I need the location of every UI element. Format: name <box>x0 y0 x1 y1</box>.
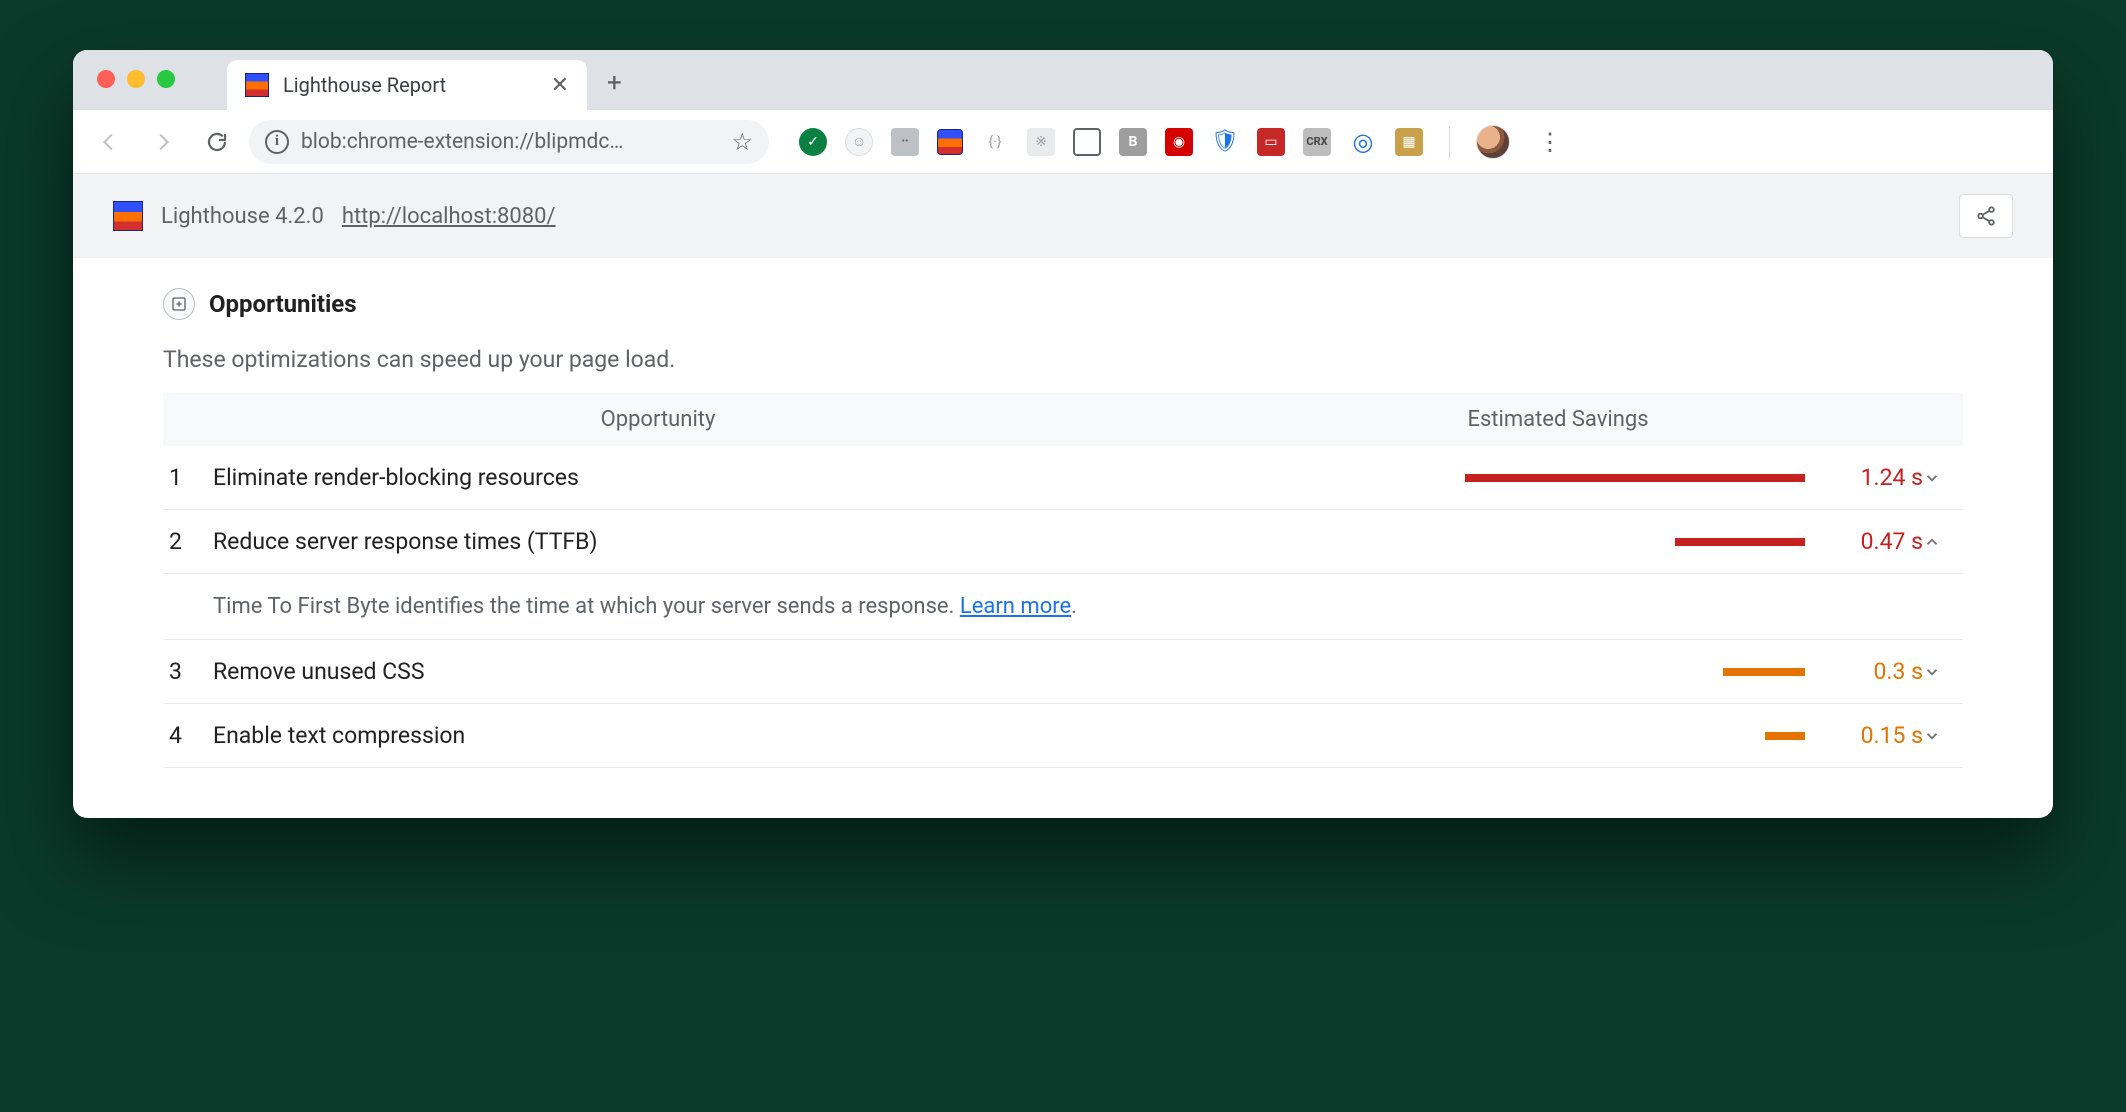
extension-icon[interactable]: ▦ <box>1395 128 1423 156</box>
opportunity-row[interactable]: 1Eliminate render-blocking resources 1.24… <box>163 446 1963 510</box>
row-index: 4 <box>163 722 213 749</box>
extension-icon[interactable]: CRX <box>1303 128 1331 156</box>
close-tab-button[interactable]: ✕ <box>551 73 569 98</box>
tested-url-link[interactable]: http://localhost:8080/ <box>342 204 556 229</box>
extension-icon[interactable]: ▭ <box>1257 128 1285 156</box>
share-button[interactable] <box>1959 194 2013 238</box>
browser-toolbar: i blob:chrome-extension://blipmdc… ☆ ✓ ☺… <box>73 110 2053 174</box>
savings-bar <box>1465 474 1805 482</box>
opportunity-title: Enable text compression <box>213 722 1453 749</box>
back-button[interactable] <box>87 120 131 164</box>
maximize-window-button[interactable] <box>157 70 175 88</box>
row-index: 1 <box>163 464 213 491</box>
report-content: Opportunities These optimizations can sp… <box>73 258 2053 818</box>
savings-bar-container <box>1453 668 1813 676</box>
opportunity-detail: Time To First Byte identifies the time a… <box>163 574 1963 640</box>
report-header: Lighthouse 4.2.0 http://localhost:8080/ <box>73 174 2053 258</box>
chevron-down-icon[interactable] <box>1923 663 1963 681</box>
opportunities-table-header: Opportunity Estimated Savings <box>163 393 1963 446</box>
browser-menu-button[interactable]: ⋮ <box>1528 128 1572 156</box>
savings-bar <box>1675 538 1805 546</box>
opportunity-title: Remove unused CSS <box>213 658 1453 685</box>
savings-value: 0.47 s <box>1813 528 1923 555</box>
window-controls <box>97 70 175 88</box>
url-text: blob:chrome-extension://blipmdc… <box>301 130 623 154</box>
chevron-down-icon[interactable] <box>1923 727 1963 745</box>
section-title: Opportunities <box>209 290 357 318</box>
app-version-label: Lighthouse 4.2.0 <box>161 204 324 229</box>
forward-button[interactable] <box>141 120 185 164</box>
savings-value: 1.24 s <box>1813 464 1923 491</box>
detail-text: Time To First Byte identifies the time a… <box>213 594 960 619</box>
opportunities-list: 1Eliminate render-blocking resources 1.24… <box>163 446 1963 768</box>
extension-icon[interactable]: 🛡 <box>1211 128 1239 156</box>
address-bar[interactable]: i blob:chrome-extension://blipmdc… ☆ <box>249 120 769 164</box>
opportunity-title: Eliminate render-blocking resources <box>213 464 1453 491</box>
minimize-window-button[interactable] <box>127 70 145 88</box>
extension-icon[interactable]: ✓ <box>799 128 827 156</box>
profile-avatar[interactable] <box>1476 125 1510 159</box>
extension-icon[interactable]: ☺ <box>845 128 873 156</box>
toolbar-separator <box>1449 126 1450 158</box>
lighthouse-extension-icon[interactable] <box>937 129 963 155</box>
column-savings: Estimated Savings <box>1153 393 1963 446</box>
extension-icon[interactable]: ◉ <box>1165 128 1193 156</box>
site-info-icon[interactable]: i <box>265 130 289 154</box>
extension-icon[interactable]: B <box>1119 128 1147 156</box>
savings-bar-container <box>1453 474 1813 482</box>
row-index: 2 <box>163 528 213 555</box>
new-tab-button[interactable]: + <box>607 68 622 98</box>
extension-icon[interactable]: ※ <box>1027 128 1055 156</box>
extension-icon[interactable]: ◎ <box>1349 128 1377 156</box>
savings-bar <box>1723 668 1805 676</box>
savings-bar-container <box>1453 732 1813 740</box>
section-description: These optimizations can speed up your pa… <box>163 346 1963 373</box>
savings-bar <box>1765 732 1805 740</box>
bookmark-star-icon[interactable]: ☆ <box>731 128 753 156</box>
extension-icons: ✓ ☺ •• {·} ※ B ◉ 🛡 ▭ CRX ◎ ▦ ⋮ <box>799 125 2039 159</box>
extension-icon[interactable]: •• <box>891 128 919 156</box>
opportunity-row[interactable]: 4Enable text compression 0.15 s <box>163 704 1963 768</box>
lighthouse-logo-icon <box>113 201 143 231</box>
lighthouse-favicon-icon <box>245 73 269 97</box>
opportunity-row[interactable]: 3Remove unused CSS 0.3 s <box>163 640 1963 704</box>
chevron-up-icon[interactable] <box>1923 533 1963 551</box>
tab-strip: Lighthouse Report ✕ + <box>73 50 2053 110</box>
savings-value: 0.15 s <box>1813 722 1923 749</box>
column-opportunity: Opportunity <box>163 393 1153 446</box>
learn-more-link[interactable]: Learn more <box>960 594 1071 619</box>
browser-tab[interactable]: Lighthouse Report ✕ <box>227 60 587 110</box>
savings-value: 0.3 s <box>1813 658 1923 685</box>
reload-button[interactable] <box>195 120 239 164</box>
section-header: Opportunities <box>163 288 1963 320</box>
opportunities-icon <box>163 288 195 320</box>
extension-icon[interactable]: {·} <box>981 128 1009 156</box>
row-index: 3 <box>163 658 213 685</box>
extension-icon[interactable] <box>1073 128 1101 156</box>
opportunity-row[interactable]: 2Reduce server response times (TTFB) 0.47… <box>163 510 1963 574</box>
chevron-down-icon[interactable] <box>1923 469 1963 487</box>
opportunity-title: Reduce server response times (TTFB) <box>213 528 1453 555</box>
browser-window: Lighthouse Report ✕ + i blob:chrome-exte… <box>73 50 2053 818</box>
savings-bar-container <box>1453 538 1813 546</box>
close-window-button[interactable] <box>97 70 115 88</box>
tab-title: Lighthouse Report <box>283 73 446 97</box>
